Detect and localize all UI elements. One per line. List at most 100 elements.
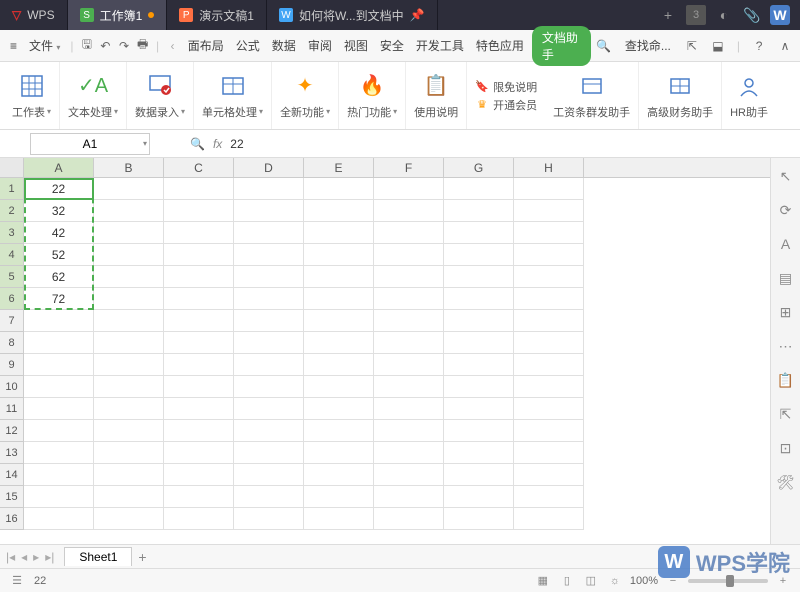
cell-B8[interactable] — [94, 332, 164, 354]
cell-D13[interactable] — [234, 442, 304, 464]
clipboard-icon[interactable]: 📋 — [776, 370, 796, 390]
cell-E9[interactable] — [304, 354, 374, 376]
cell-C4[interactable] — [164, 244, 234, 266]
row-header-5[interactable]: 5 — [0, 266, 24, 288]
print-icon[interactable]: 🖶 — [135, 37, 150, 55]
cell-C14[interactable] — [164, 464, 234, 486]
cell-G14[interactable] — [444, 464, 514, 486]
cell-E11[interactable] — [304, 398, 374, 420]
cell-B16[interactable] — [94, 508, 164, 530]
cell-C13[interactable] — [164, 442, 234, 464]
cell-A14[interactable] — [24, 464, 94, 486]
menu-review[interactable]: 审阅 — [304, 35, 336, 56]
cell-A12[interactable] — [24, 420, 94, 442]
document-tab-1[interactable]: S 工作簿1 — [68, 0, 168, 30]
menu-view[interactable]: 视图 — [340, 35, 372, 56]
cell-G1[interactable] — [444, 178, 514, 200]
sheet-prev-icon[interactable]: ◂ — [19, 550, 29, 564]
cell-E1[interactable] — [304, 178, 374, 200]
row-header-4[interactable]: 4 — [0, 244, 24, 266]
cell-G8[interactable] — [444, 332, 514, 354]
cell-F13[interactable] — [374, 442, 444, 464]
cell-F6[interactable] — [374, 288, 444, 310]
app-tab[interactable]: ▽ WPS — [0, 0, 68, 30]
cell-G10[interactable] — [444, 376, 514, 398]
skin-icon[interactable]: ◐ — [714, 5, 734, 25]
menu-data[interactable]: 数据 — [268, 35, 300, 56]
cell-C2[interactable] — [164, 200, 234, 222]
row-header-6[interactable]: 6 — [0, 288, 24, 310]
column-header-A[interactable]: A — [24, 158, 94, 177]
share-icon[interactable]: ⇱ — [683, 37, 701, 55]
row-header-12[interactable]: 12 — [0, 420, 24, 442]
cell-E14[interactable] — [304, 464, 374, 486]
cell-C16[interactable] — [164, 508, 234, 530]
brightness-icon[interactable]: ☼ — [606, 573, 624, 589]
menu-layout[interactable]: 面布局 — [184, 35, 228, 56]
ribbon-help[interactable]: 📋 使用说明 — [406, 62, 467, 129]
cell-G11[interactable] — [444, 398, 514, 420]
cell-B13[interactable] — [94, 442, 164, 464]
cell-F11[interactable] — [374, 398, 444, 420]
document-tab-3[interactable]: W 如何将W...到文档中 📌 — [267, 0, 438, 30]
cell-G13[interactable] — [444, 442, 514, 464]
ribbon-cells[interactable]: 单元格处理▾ — [194, 62, 272, 129]
cell-H13[interactable] — [514, 442, 584, 464]
undo-icon[interactable]: ↶ — [98, 37, 113, 55]
menu-icon[interactable]: ≡ — [6, 37, 21, 55]
sheet-tab-1[interactable]: Sheet1 — [64, 547, 132, 566]
scroll-left-icon[interactable]: ‹ — [165, 37, 180, 55]
cell-A5[interactable]: 62 — [24, 266, 94, 288]
cell-E7[interactable] — [304, 310, 374, 332]
cell-B10[interactable] — [94, 376, 164, 398]
cell-E5[interactable] — [304, 266, 374, 288]
cell-A10[interactable] — [24, 376, 94, 398]
view-normal-icon[interactable]: ▦ — [534, 573, 552, 589]
cell-A16[interactable] — [24, 508, 94, 530]
cell-G15[interactable] — [444, 486, 514, 508]
cell-F2[interactable] — [374, 200, 444, 222]
ribbon-new[interactable]: ✦ 全新功能▾ — [272, 62, 339, 129]
ribbon-payroll[interactable]: 工资条群发助手 — [545, 62, 639, 129]
search-box[interactable]: 查找命... — [621, 35, 675, 56]
column-header-F[interactable]: F — [374, 158, 444, 177]
cell-C3[interactable] — [164, 222, 234, 244]
column-header-E[interactable]: E — [304, 158, 374, 177]
cell-H4[interactable] — [514, 244, 584, 266]
menu-formula[interactable]: 公式 — [232, 35, 264, 56]
column-header-H[interactable]: H — [514, 158, 584, 177]
export-icon[interactable]: ⇱ — [776, 404, 796, 424]
name-box[interactable]: A1 ▾ — [30, 133, 150, 155]
row-header-13[interactable]: 13 — [0, 442, 24, 464]
cell-D16[interactable] — [234, 508, 304, 530]
cell-G4[interactable] — [444, 244, 514, 266]
save-icon[interactable]: 🖫 — [80, 37, 95, 55]
cell-C10[interactable] — [164, 376, 234, 398]
cell-E4[interactable] — [304, 244, 374, 266]
cell-D15[interactable] — [234, 486, 304, 508]
cell-G9[interactable] — [444, 354, 514, 376]
cell-B9[interactable] — [94, 354, 164, 376]
formula-input[interactable]: 22 — [222, 137, 800, 151]
menu-security[interactable]: 安全 — [376, 35, 408, 56]
cell-F7[interactable] — [374, 310, 444, 332]
row-header-9[interactable]: 9 — [0, 354, 24, 376]
ribbon-datainput[interactable]: 数据录入▾ — [127, 62, 194, 129]
cell-D4[interactable] — [234, 244, 304, 266]
cell-C7[interactable] — [164, 310, 234, 332]
cell-B3[interactable] — [94, 222, 164, 244]
new-tab-button[interactable]: + — [658, 5, 678, 25]
zoom-icon[interactable]: 🔍 — [190, 137, 205, 151]
cell-G2[interactable] — [444, 200, 514, 222]
cell-E16[interactable] — [304, 508, 374, 530]
cell-E8[interactable] — [304, 332, 374, 354]
cell-A2[interactable]: 32 — [24, 200, 94, 222]
tools-icon[interactable]: 🛠 — [776, 472, 796, 492]
column-header-C[interactable]: C — [164, 158, 234, 177]
tab-count-badge[interactable]: 3 — [686, 5, 706, 25]
row-header-10[interactable]: 10 — [0, 376, 24, 398]
text-icon[interactable]: A — [776, 234, 796, 254]
cell-B11[interactable] — [94, 398, 164, 420]
zoom-in-icon[interactable]: + — [774, 573, 792, 589]
add-sheet-button[interactable]: + — [138, 549, 146, 565]
